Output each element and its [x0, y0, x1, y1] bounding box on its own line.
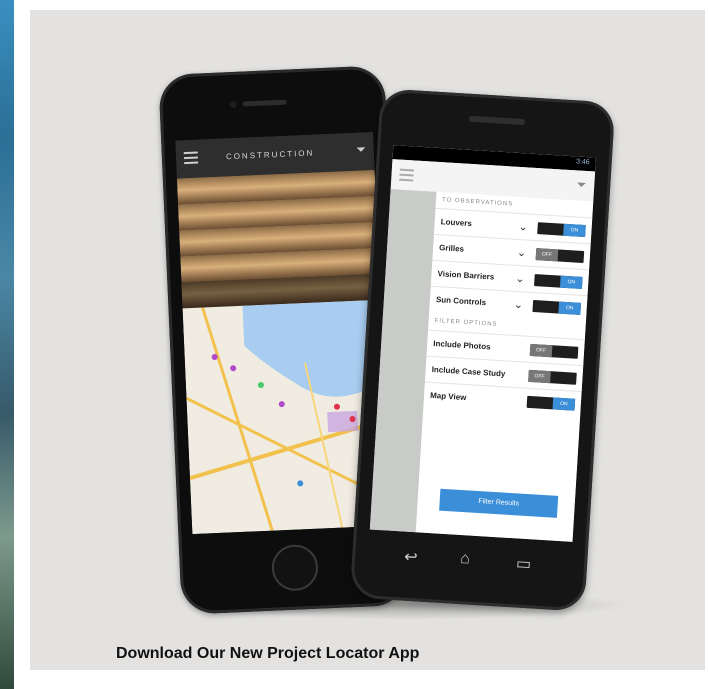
option-label: Vision Barriers [437, 269, 495, 282]
android-screen: 3:46 ⏷ TO OBSERVATIONS Louvers ⌄ ON Gril… [369, 145, 596, 542]
promo-caption[interactable]: Download Our New Project Locator App [116, 645, 419, 663]
toggle-state: ON [563, 223, 586, 238]
toggle-switch[interactable]: OFF [528, 369, 577, 385]
toggle-state: ON [559, 275, 583, 289]
android-device: 3:46 ⏷ TO OBSERVATIONS Louvers ⌄ ON Gril… [349, 88, 616, 612]
option-label: Map View [429, 390, 467, 403]
left-edge-image [0, 0, 14, 689]
map-pin-icon[interactable] [230, 365, 237, 372]
recent-apps-icon[interactable]: ▭ [515, 553, 531, 574]
chevron-down-icon[interactable]: ⌄ [518, 220, 528, 234]
map-pin-icon[interactable] [257, 382, 264, 389]
toggle-switch[interactable]: ON [537, 222, 586, 238]
section-title-products: TO OBSERVATIONS [441, 197, 514, 208]
option-label: Include Photos [433, 338, 491, 352]
android-nav-bar: ↩ ⌂ ▭ [367, 534, 572, 586]
home-icon[interactable]: ⌂ [460, 550, 471, 569]
map-pin-icon[interactable] [297, 480, 304, 487]
toggle-switch[interactable]: ON [532, 299, 582, 315]
status-time: 3:46 [575, 158, 590, 167]
filter-panel: TO OBSERVATIONS Louvers ⌄ ON Grilles ⌄ O… [415, 191, 594, 542]
toggle-state: OFF [535, 248, 559, 262]
toggle-state: OFF [529, 343, 553, 358]
option-label: Include Case Study [431, 364, 506, 379]
map-pin-icon[interactable] [278, 401, 285, 408]
toggle-state: ON [558, 301, 582, 315]
map-pin-icon[interactable] [333, 403, 340, 410]
toggle-switch[interactable]: ON [526, 395, 576, 411]
filter-icon: ⏷ [355, 142, 367, 157]
menu-icon [183, 151, 199, 165]
filter-results-button[interactable]: Filter Results [439, 488, 559, 518]
toggle-switch[interactable]: OFF [535, 248, 585, 264]
toggle-state: ON [552, 397, 576, 411]
speaker-grille [468, 115, 526, 126]
toggle-switch[interactable]: ON [534, 274, 583, 289]
home-button[interactable] [270, 543, 319, 592]
chevron-down-icon[interactable]: ⌄ [517, 246, 527, 260]
phones-illustration: CONSTRUCTION ⏷ 3:46 ⏷ TO OBSERVATIONS Lo… [158, 65, 630, 630]
toggle-switch[interactable]: OFF [529, 343, 579, 359]
app-promo-panel: CONSTRUCTION ⏷ 3:46 ⏷ TO OBSERVATIONS Lo… [30, 10, 705, 670]
option-label: Sun Controls [435, 295, 487, 308]
back-icon[interactable]: ↩ [404, 547, 419, 568]
section-title-filters: FILTER OPTIONS [434, 318, 498, 328]
chevron-down-icon[interactable]: ⌄ [513, 298, 523, 312]
option-label: Louvers [440, 217, 473, 229]
filter-icon[interactable]: ⏷ [576, 177, 586, 193]
option-label: Grilles [438, 243, 465, 254]
chevron-down-icon[interactable]: ⌄ [515, 272, 525, 286]
toggle-state: OFF [528, 369, 551, 384]
camera-icon [229, 100, 237, 109]
menu-icon[interactable] [399, 168, 414, 182]
speaker-grille [242, 99, 287, 107]
app-brand: CONSTRUCTION [225, 148, 315, 162]
